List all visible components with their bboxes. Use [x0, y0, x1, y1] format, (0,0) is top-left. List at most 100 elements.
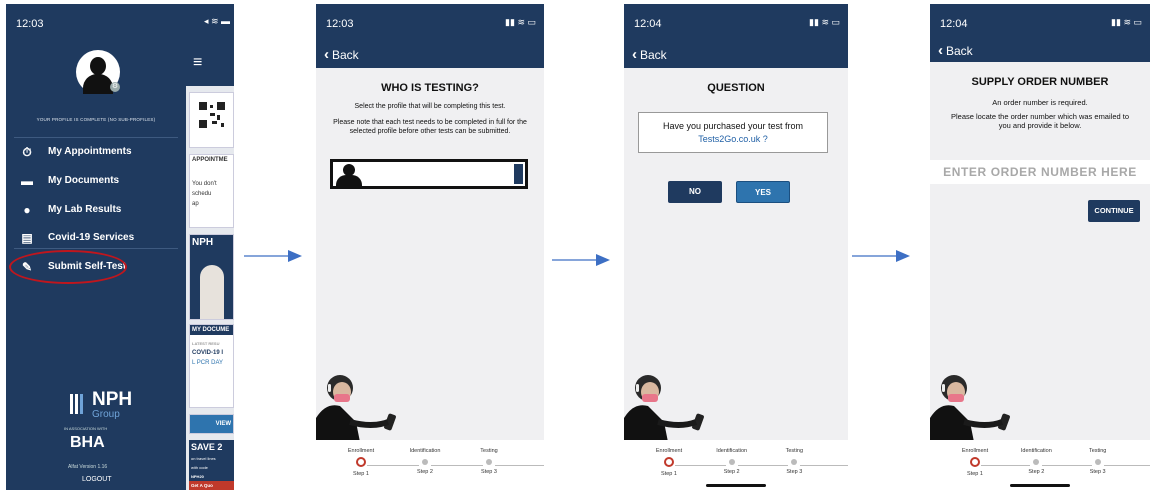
step-title: Enrollment — [961, 448, 989, 454]
menu-item-appointments[interactable]: ⏱ My Appointments — [6, 138, 186, 166]
menu-item-lab-results[interactable]: ● My Lab Results — [6, 196, 186, 224]
step-4: Submit Step 4 — [528, 440, 544, 475]
step-dot — [1094, 459, 1101, 465]
documents-card-title: MY DOCUME — [190, 325, 233, 335]
note-text: Please note that each test needs to be c… — [333, 119, 527, 135]
step-number: Step 3 — [1089, 469, 1106, 475]
save-promo-code: with code — [191, 465, 208, 470]
step-title: Enrollment — [655, 448, 683, 454]
covid-document[interactable]: COVID-19 I — [190, 348, 233, 358]
profile-status-text: YOUR PROFILE IS COMPLETE (NO SUB-PROFILE… — [36, 117, 156, 122]
back-button[interactable]: ‹ Back — [324, 46, 359, 63]
profile-tag — [514, 164, 523, 184]
step-title: Submit — [1134, 448, 1150, 454]
status-icons: ▮▮ ≋ ▭ — [505, 17, 536, 27]
instruction-text: Select the profile that will be completi… — [354, 103, 506, 110]
back-label: Back — [332, 48, 359, 62]
page-title: QUESTION — [707, 82, 765, 94]
logout-link[interactable]: LOGOUT — [82, 476, 112, 483]
nav-bar: 12:04 ▮▮ ≋ ▭ ‹ Back — [624, 4, 848, 68]
order-number-screen: 12:04 ▮▮ ≋ ▭ ‹ Back SUPPLY ORDER NUMBER A… — [930, 4, 1150, 490]
qr-card — [189, 92, 234, 148]
step-4: Submit Step 4 — [832, 440, 848, 475]
menu-item-documents[interactable]: ▬ My Documents — [6, 167, 186, 195]
home-indicator — [706, 484, 766, 487]
chevron-left-icon: ‹ — [632, 46, 637, 63]
step-dot — [486, 459, 492, 465]
stepper-row: Enrollment Step 1 Identification Step 2 Test… — [644, 440, 848, 490]
arrow-right-icon — [244, 250, 302, 262]
question-screen: 12:04 ▮▮ ≋ ▭ ‹ Back QUESTION Have you pur… — [624, 4, 848, 490]
step-2: Identification Step 2 — [400, 440, 450, 475]
progress-stepper: Enrollment Step 1 Identification Step 2 Test… — [930, 440, 1150, 490]
step-title: Identification — [716, 448, 748, 454]
step-number: Step 1 — [967, 471, 983, 477]
progress-stepper: Enrollment Step 1 Identification Step 2 Test… — [624, 440, 848, 490]
step-number: Step 3 — [786, 469, 803, 475]
stopwatch-icon: ⏱ — [22, 145, 32, 159]
get-quote-button[interactable]: Get A Quo — [189, 481, 234, 490]
dashboard-peek[interactable]: ◂ ≋ ▬ ≡ APPOINTME You don't schedu ap NP… — [186, 4, 234, 490]
settings-gear-icon[interactable]: ⚙ — [110, 82, 120, 92]
order-number-input[interactable]: ENTER ORDER NUMBER HERE — [930, 160, 1150, 184]
menu-item-label: My Documents — [48, 175, 120, 186]
appointments-card-title: APPOINTME — [192, 157, 228, 163]
back-label: Back — [640, 48, 667, 62]
step-number: Step 1 — [661, 471, 677, 477]
step-dot — [791, 459, 798, 465]
continue-button[interactable]: CONTINUE — [1088, 200, 1140, 222]
no-button[interactable]: NO — [668, 181, 722, 203]
menu-item-label: My Lab Results — [48, 204, 122, 215]
status-time: 12:04 — [634, 18, 662, 30]
profile-card[interactable] — [330, 159, 528, 189]
nav-bar: 12:03 ▮▮ ≋ ▭ ‹ Back — [316, 4, 544, 68]
status-icons: ◂ ≋ ▬ — [203, 16, 230, 26]
nph-promo-card: NPH — [189, 234, 234, 320]
pcr-document[interactable]: L PCR DAY — [190, 358, 233, 368]
status-time: 12:03 — [326, 18, 354, 30]
step-dot — [664, 457, 674, 467]
status-time: 12:04 — [940, 18, 968, 30]
stepper-row: Enrollment Step 1 Identification Step 2 Test… — [950, 440, 1150, 490]
menu-item-label: Covid-19 Services — [48, 232, 135, 243]
edge-header: ◂ ≋ ▬ ≡ — [186, 4, 234, 86]
highlight-ellipse — [9, 250, 127, 284]
status-time: 12:03 — [16, 18, 44, 30]
documents-card: MY DOCUME LATEST RESU COVID-19 I L PCR D… — [189, 324, 234, 408]
app-version: Alfat Version 1.16 — [68, 464, 108, 470]
bha-logo: BHA — [70, 434, 105, 451]
appointments-empty-text: ap — [192, 201, 199, 207]
step-dot — [1033, 459, 1040, 465]
stepper-row: Enrollment Step 1 Identification Step 2 Test… — [336, 440, 544, 490]
back-label: Back — [946, 44, 973, 58]
latest-results-label: LATEST RESU — [192, 341, 220, 346]
step-3: Testing Step 3 — [769, 440, 819, 475]
back-button[interactable]: ‹ Back — [632, 46, 667, 63]
step-dot — [728, 459, 735, 465]
menu-divider — [14, 248, 178, 249]
page-title: SUPPLY ORDER NUMBER — [971, 76, 1109, 88]
appointments-empty-text: You don't — [192, 181, 217, 187]
who-is-testing-screen: 12:03 ▮▮ ≋ ▭ ‹ Back WHO IS TESTING? Selec… — [316, 4, 544, 490]
tests2go-link[interactable]: Tests2Go.co.uk ? — [643, 134, 823, 144]
appointments-empty-text: schedu — [192, 191, 212, 197]
view-button[interactable]: VIEW — [189, 414, 234, 434]
arrow-right-icon — [552, 254, 610, 266]
folder-icon: ▬ — [21, 174, 33, 188]
hamburger-icon[interactable]: ≡ — [193, 54, 202, 72]
nph-group-text: Group — [92, 409, 120, 420]
step-1: Enrollment Step 1 — [644, 440, 694, 477]
chevron-left-icon: ‹ — [938, 42, 943, 59]
save-promo-title: SAVE 2 — [191, 442, 223, 452]
page-title: WHO IS TESTING? — [381, 82, 479, 94]
progress-stepper: Enrollment Step 1 Identification Step 2 Test… — [316, 440, 544, 490]
list-icon: ▤ — [21, 231, 33, 245]
nav-bar: 12:04 ▮▮ ≋ ▭ ‹ Back — [930, 4, 1150, 62]
status-bar: 12:03 — [6, 4, 186, 34]
back-button[interactable]: ‹ Back — [938, 42, 973, 59]
yes-button[interactable]: YES — [736, 181, 790, 203]
step-number: Step 1 — [353, 471, 369, 477]
menu-item-label: My Appointments — [48, 146, 132, 157]
step-dot — [422, 459, 428, 465]
save-promo-card[interactable]: SAVE 2 on travel lines with code NPH20 G… — [189, 440, 234, 490]
